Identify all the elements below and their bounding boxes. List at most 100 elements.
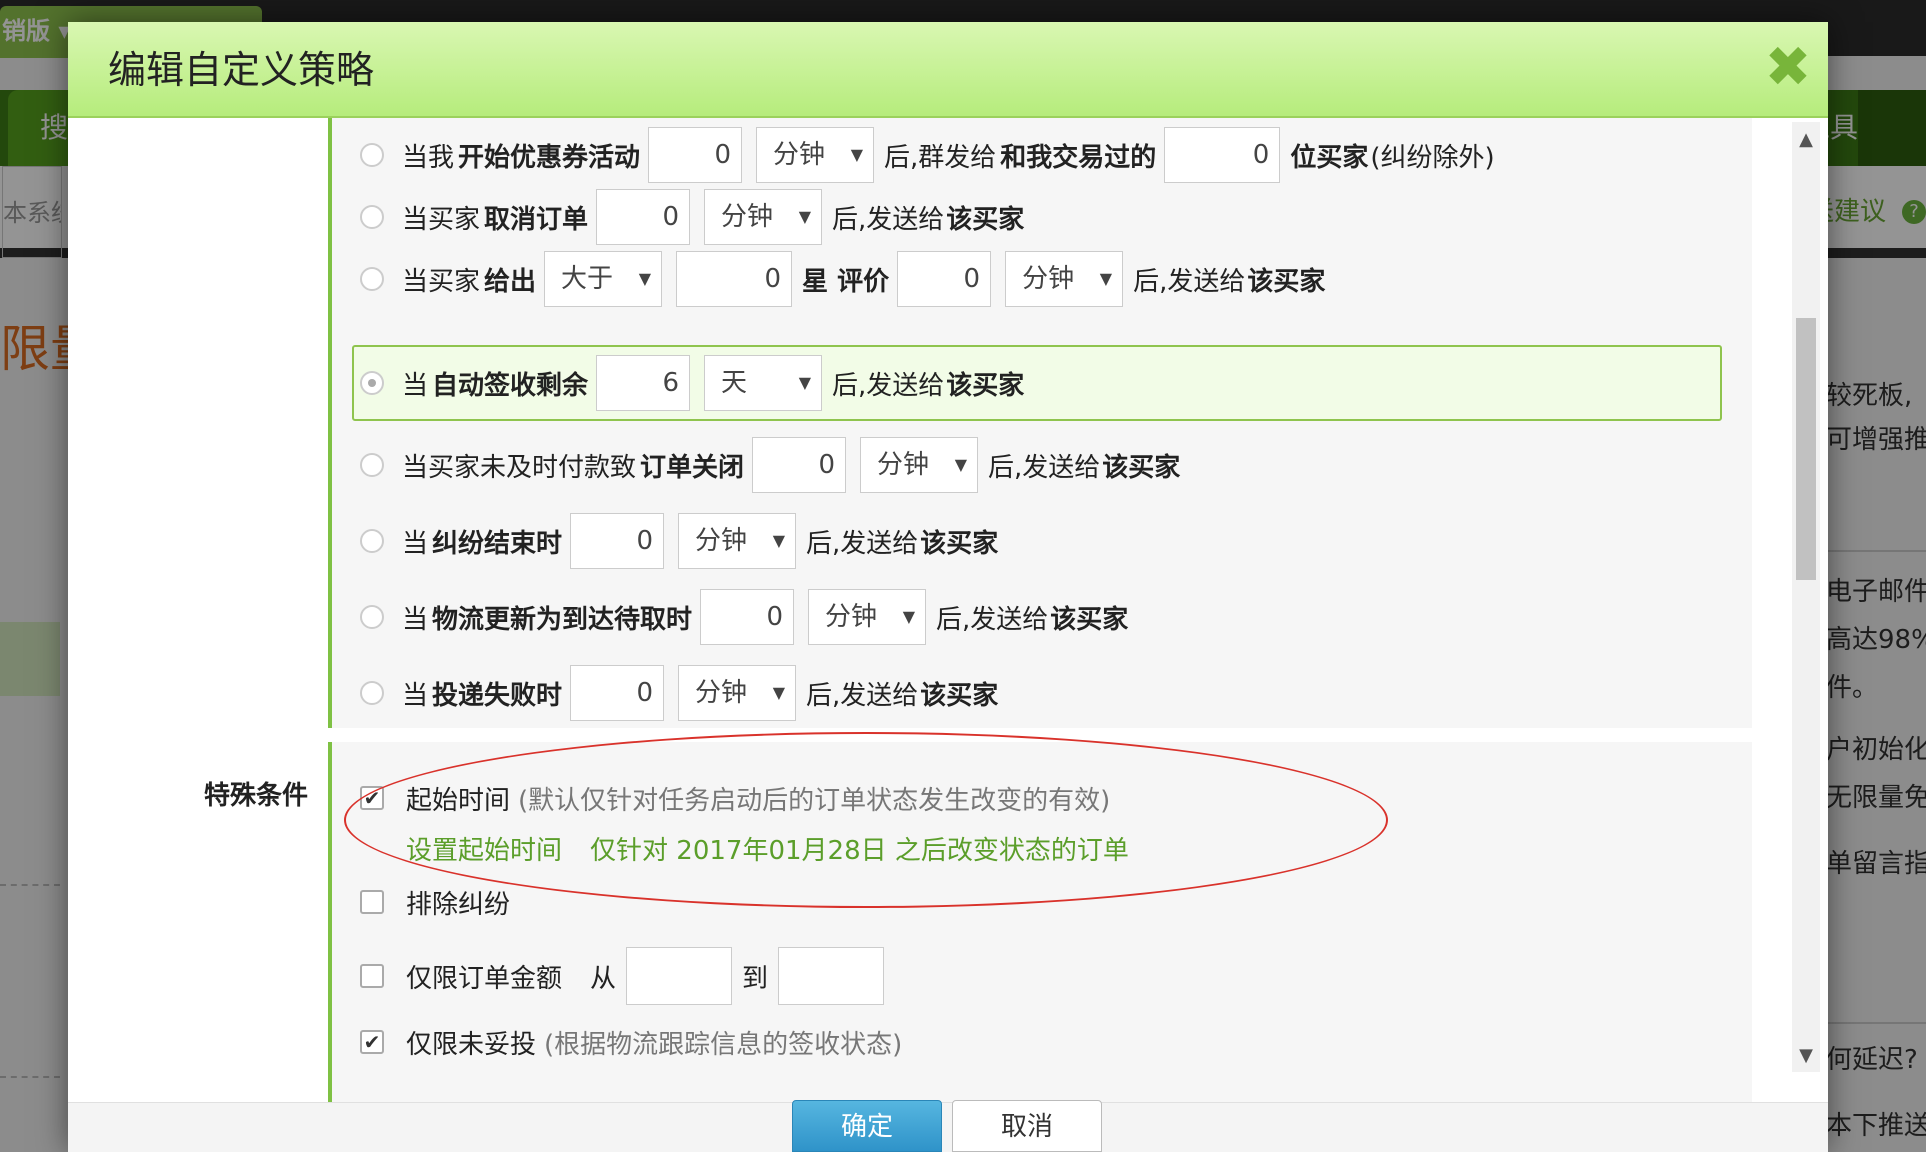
confirm-button[interactable]: 确定 bbox=[792, 1100, 942, 1152]
time-unit-select[interactable]: 分钟 ▼ bbox=[678, 513, 797, 569]
trigger-radio[interactable] bbox=[360, 681, 384, 705]
trigger-row-auto-receive[interactable]: 当自动签收剩余 6 天 ▼ 后,发送给 该买家 bbox=[352, 345, 1722, 421]
trigger-target: 该买家 bbox=[1247, 266, 1326, 297]
trigger-event: 给出 bbox=[484, 266, 537, 297]
amount-to-label: 到 bbox=[742, 963, 769, 994]
time-unit-select[interactable]: 分钟 ▼ bbox=[860, 437, 979, 493]
trigger-event: 自动签收剩余 bbox=[432, 370, 589, 401]
start-time-hint: (默认仅针对任务启动后的订单状态发生改变的有效) bbox=[518, 785, 1111, 816]
amount-from-label: 从 bbox=[590, 963, 617, 994]
scroll-down-arrow-icon[interactable]: ▼ bbox=[1792, 1038, 1820, 1074]
star-input[interactable]: 0 bbox=[676, 251, 793, 307]
trigger-target: 位买家 bbox=[1290, 142, 1369, 173]
exclude-dispute-option: 排除纠纷 bbox=[360, 878, 510, 926]
trigger-text: 星 评价 bbox=[802, 266, 890, 297]
delay-input[interactable]: 0 bbox=[570, 665, 665, 721]
delay-input[interactable]: 0 bbox=[596, 189, 691, 245]
dialog-title: 编辑自定义策略 bbox=[108, 48, 375, 92]
trigger-text: 当买家未及时付款致 bbox=[402, 452, 637, 483]
trigger-event: 投递失败时 bbox=[432, 680, 563, 711]
trigger-event: 取消订单 bbox=[484, 204, 589, 235]
dropdown-arrow-icon: ▼ bbox=[954, 455, 968, 474]
trigger-radio[interactable] bbox=[360, 529, 384, 553]
trigger-text: 当 bbox=[402, 528, 429, 559]
scrollbar-track[interactable] bbox=[1792, 122, 1820, 1072]
dropdown-arrow-icon: ▼ bbox=[902, 607, 916, 626]
trigger-text: 当 bbox=[402, 370, 429, 401]
trigger-text: 当 bbox=[402, 680, 429, 711]
time-unit-select[interactable]: 分钟 ▼ bbox=[756, 127, 875, 183]
trigger-text: 后,群发给 bbox=[884, 142, 997, 173]
dialog-footer bbox=[68, 1102, 1828, 1152]
scrollbar-thumb[interactable] bbox=[1796, 318, 1816, 580]
trigger-radio[interactable] bbox=[360, 205, 384, 229]
not-delivered-label: 仅限未妥投 bbox=[406, 1029, 537, 1060]
time-unit-select[interactable]: 分钟 ▼ bbox=[678, 665, 797, 721]
start-time-info: 仅针对 2017年01月28日 之后改变状态的订单 bbox=[590, 835, 1129, 866]
trigger-radio-selected[interactable] bbox=[360, 371, 384, 395]
trigger-radio[interactable] bbox=[360, 605, 384, 629]
dropdown-arrow-icon: ▼ bbox=[772, 683, 786, 702]
close-icon[interactable]: ✖ bbox=[1762, 40, 1814, 96]
set-start-time-link[interactable]: 设置起始时间 bbox=[406, 830, 562, 867]
compare-select[interactable]: 大于 ▼ bbox=[544, 251, 663, 307]
trigger-text: 当买家 bbox=[402, 266, 481, 297]
dialog-header: 编辑自定义策略 ✖ bbox=[68, 22, 1828, 118]
special-conditions-label: 特殊条件 bbox=[204, 781, 309, 811]
delay-input[interactable]: 0 bbox=[648, 127, 743, 183]
start-time-checkbox[interactable]: ✔ bbox=[360, 786, 384, 810]
delay-input[interactable]: 0 bbox=[570, 513, 665, 569]
time-unit-select[interactable]: 分钟 ▼ bbox=[808, 589, 927, 645]
trigger-row-delivery-failed: 当投递失败时 0 分钟 ▼ 后,发送给 该买家 bbox=[360, 660, 998, 726]
trigger-target: 该买家 bbox=[1102, 452, 1181, 483]
trigger-radio[interactable] bbox=[360, 267, 384, 291]
not-delivered-hint: (根据物流跟踪信息的签收状态) bbox=[544, 1029, 903, 1060]
amount-from-input[interactable] bbox=[626, 947, 733, 1005]
dropdown-arrow-icon: ▼ bbox=[1099, 269, 1113, 288]
cancel-button[interactable]: 取消 bbox=[952, 1100, 1102, 1152]
trigger-text: 后,发送给 bbox=[1133, 266, 1246, 297]
edit-strategy-dialog: 编辑自定义策略 ✖ ▲ ▼ 当我 开始优惠券活动 0 分钟 ▼ 后,群发给 和我交易过… bbox=[68, 22, 1828, 1152]
time-unit-select[interactable]: 天 ▼ bbox=[704, 355, 823, 411]
trigger-note: (纠纷除外) bbox=[1370, 142, 1495, 173]
not-delivered-checkbox[interactable]: ✔ bbox=[360, 1030, 384, 1054]
trigger-row-order-closed: 当买家未及时付款致 订单关闭 0 分钟 ▼ 后,发送给 该买家 bbox=[360, 432, 1180, 498]
delay-input[interactable]: 0 bbox=[752, 437, 847, 493]
trigger-text: 当我 bbox=[402, 142, 455, 173]
trigger-row-coupon: 当我 开始优惠券活动 0 分钟 ▼ 后,群发给 和我交易过的 0 位买家 (纠纷除外) bbox=[360, 122, 1495, 188]
trigger-text: 后,发送给 bbox=[988, 452, 1101, 483]
trigger-row-logistics-arrival: 当物流更新为到达待取时 0 分钟 ▼ 后,发送给 该买家 bbox=[360, 584, 1128, 650]
trigger-target: 和我交易过的 bbox=[1000, 142, 1157, 173]
scroll-up-arrow-icon[interactable]: ▲ bbox=[1792, 122, 1820, 158]
trigger-text: 后,发送给 bbox=[806, 528, 919, 559]
buyer-count-input[interactable]: 0 bbox=[1164, 127, 1281, 183]
dropdown-arrow-icon: ▼ bbox=[798, 207, 812, 226]
trigger-target: 该买家 bbox=[946, 370, 1025, 401]
trigger-text: 当买家 bbox=[402, 204, 481, 235]
trigger-target: 该买家 bbox=[946, 204, 1025, 235]
trigger-radio[interactable] bbox=[360, 453, 384, 477]
delay-input[interactable]: 0 bbox=[700, 589, 795, 645]
trigger-event: 开始优惠券活动 bbox=[458, 142, 641, 173]
exclude-dispute-checkbox[interactable] bbox=[360, 890, 384, 914]
order-amount-checkbox[interactable] bbox=[360, 964, 384, 988]
trigger-target: 该买家 bbox=[1050, 604, 1129, 635]
time-unit-select[interactable]: 分钟 ▼ bbox=[704, 189, 823, 245]
trigger-text: 后,发送给 bbox=[832, 370, 945, 401]
dropdown-arrow-icon: ▼ bbox=[798, 373, 812, 392]
trigger-row-dispute-end: 当纠纷结束时 0 分钟 ▼ 后,发送给 该买家 bbox=[360, 508, 998, 574]
delay-input[interactable]: 0 bbox=[897, 251, 992, 307]
delay-input[interactable]: 6 bbox=[596, 355, 691, 411]
time-unit-select[interactable]: 分钟 ▼ bbox=[1005, 251, 1124, 307]
amount-to-input[interactable] bbox=[778, 947, 885, 1005]
dropdown-arrow-icon: ▼ bbox=[772, 531, 786, 550]
order-amount-label: 仅限订单金额 bbox=[406, 963, 563, 994]
start-time-setting: 设置起始时间 仅针对 2017年01月28日 之后改变状态的订单 bbox=[406, 824, 1129, 872]
trigger-text: 当 bbox=[402, 604, 429, 635]
start-time-label: 起始时间 bbox=[406, 785, 511, 816]
trigger-radio[interactable] bbox=[360, 143, 384, 167]
exclude-dispute-label: 排除纠纷 bbox=[406, 889, 511, 920]
trigger-target: 该买家 bbox=[920, 680, 999, 711]
trigger-text: 后,发送给 bbox=[936, 604, 1049, 635]
trigger-row-rating: 当买家 给出 大于 ▼ 0 星 评价 0 分钟 ▼ 后,发送给 该买家 bbox=[360, 246, 1325, 312]
